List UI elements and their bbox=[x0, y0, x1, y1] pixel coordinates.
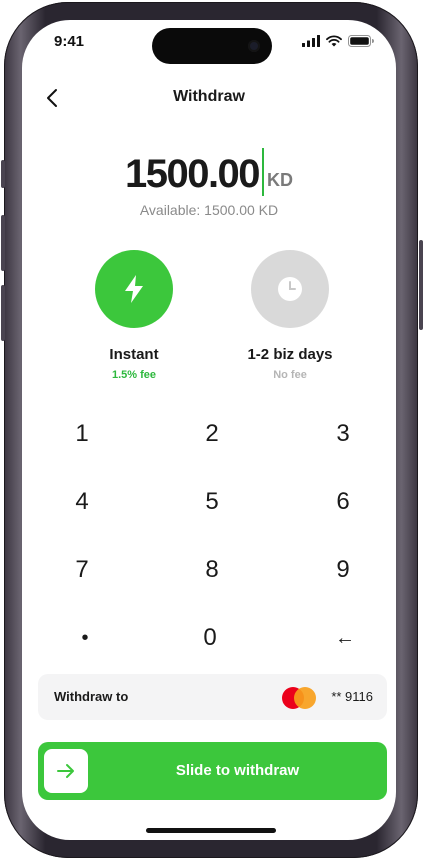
key-7[interactable]: 7 bbox=[27, 544, 137, 596]
option-title: 1-2 biz days bbox=[247, 346, 333, 363]
camera-icon bbox=[248, 40, 260, 52]
status-icons bbox=[302, 34, 374, 48]
key-4[interactable]: 4 bbox=[27, 476, 137, 528]
option-title: Instant bbox=[109, 346, 159, 363]
option-fee: 1.5% fee bbox=[111, 369, 157, 381]
screen: 9:41 Withdraw 1500.00 KD Available: 1500… bbox=[22, 20, 396, 840]
top-nav: Withdraw bbox=[22, 82, 396, 114]
signal-icon bbox=[302, 35, 320, 47]
action-button bbox=[1, 160, 5, 188]
amount-display: 1500.00 KD bbox=[22, 148, 396, 196]
power-button bbox=[419, 240, 423, 330]
key-5[interactable]: 5 bbox=[157, 476, 267, 528]
option-standard[interactable]: 1-2 biz days No fee bbox=[220, 250, 360, 381]
slider-handle[interactable] bbox=[44, 749, 88, 793]
amount-value: 1500.00 bbox=[124, 152, 261, 196]
key-8[interactable]: 8 bbox=[157, 544, 267, 596]
text-caret bbox=[262, 148, 265, 196]
volume-up-button bbox=[1, 215, 5, 271]
standard-option-circle bbox=[251, 250, 329, 328]
wifi-icon bbox=[326, 35, 342, 47]
slide-to-withdraw[interactable]: Slide to withdraw bbox=[38, 742, 387, 800]
instant-option-circle bbox=[95, 250, 173, 328]
option-instant[interactable]: Instant 1.5% fee bbox=[64, 250, 204, 381]
key-1[interactable]: 1 bbox=[27, 408, 137, 460]
mastercard-icon bbox=[282, 687, 318, 709]
key-0[interactable]: 0 bbox=[155, 612, 265, 664]
key-decimal[interactable]: • bbox=[30, 612, 140, 664]
withdraw-to-card-selector[interactable]: Withdraw to ** 9116 bbox=[38, 674, 387, 720]
status-time: 9:41 bbox=[54, 33, 85, 50]
slider-label: Slide to withdraw bbox=[175, 762, 300, 779]
key-9[interactable]: 9 bbox=[288, 544, 396, 596]
currency-label: KD bbox=[267, 170, 294, 190]
key-backspace[interactable]: ← bbox=[290, 612, 396, 664]
page-title: Withdraw bbox=[173, 88, 245, 105]
dynamic-island bbox=[152, 28, 272, 64]
arrow-right-icon bbox=[57, 764, 74, 778]
lightning-icon bbox=[125, 275, 143, 303]
clock-icon bbox=[278, 277, 302, 301]
withdraw-to-label: Withdraw to bbox=[54, 689, 129, 704]
battery-icon bbox=[348, 35, 374, 47]
home-indicator bbox=[146, 828, 276, 833]
key-2[interactable]: 2 bbox=[157, 408, 267, 460]
available-balance: Available: 1500.00 KD bbox=[139, 202, 279, 218]
key-6[interactable]: 6 bbox=[288, 476, 396, 528]
card-number: ** 9116 bbox=[331, 689, 373, 704]
option-fee: No fee bbox=[273, 369, 307, 381]
status-bar: 9:41 bbox=[22, 20, 396, 64]
volume-down-button bbox=[1, 285, 5, 341]
key-3[interactable]: 3 bbox=[288, 408, 396, 460]
